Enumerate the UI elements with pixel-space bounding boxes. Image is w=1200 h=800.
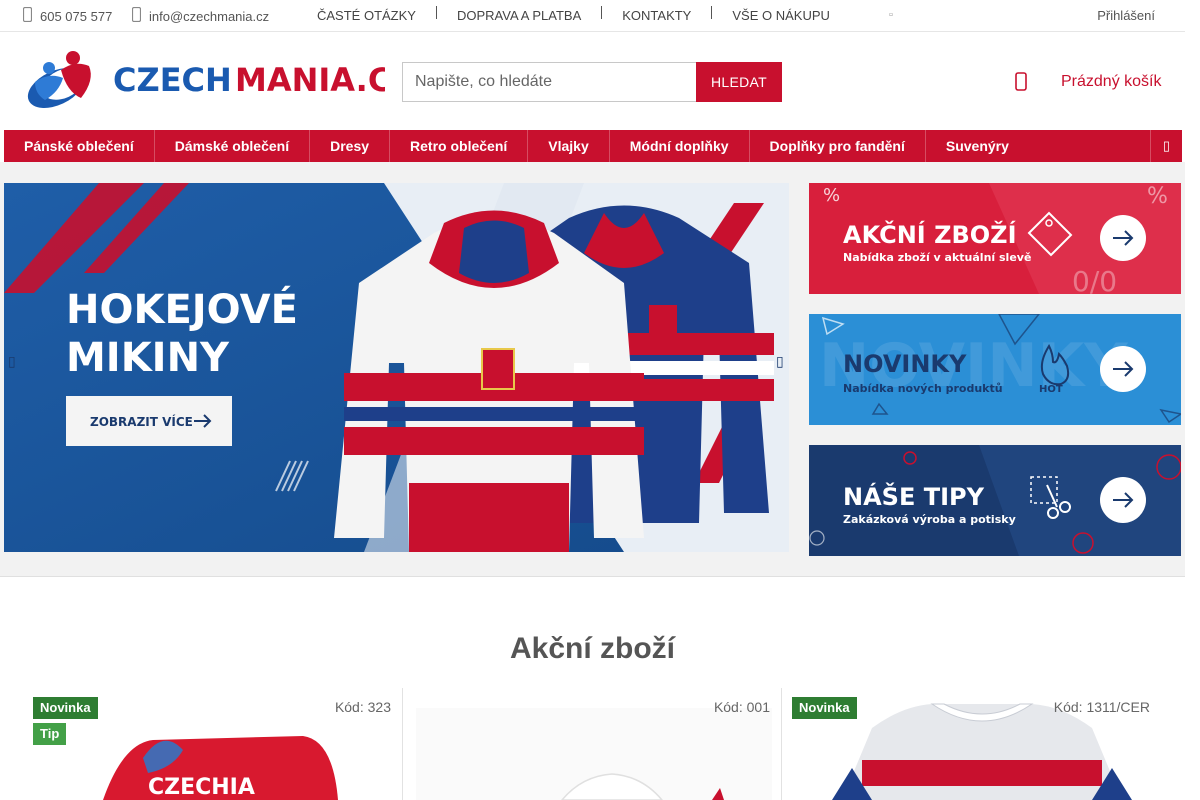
nav-item-mens[interactable]: Pánské oblečení [4,130,155,162]
nav-item-accessories[interactable]: Módní doplňky [610,130,750,162]
separator [711,6,713,19]
slider-title-line1: HOKEJOVÉ [66,285,298,333]
slider-prev-icon[interactable]: ▯ [8,353,48,393]
product-card[interactable]: CZECHIA Novinka Tip Kód: 323 [33,688,403,800]
cart-icon[interactable] [1013,70,1029,94]
envelope-icon [131,6,142,25]
main-nav: Pánské oblečení Dámské oblečení Dresy Re… [4,130,1182,162]
phone-icon [22,6,33,25]
top-links: ČASTÉ OTÁZKY DOPRAVA A PLATBA KONTAKTY V… [317,6,830,23]
product-print-text: CZECHIA [148,775,255,800]
card-divider [781,688,782,800]
svg-text:0/0: 0/0 [1072,265,1117,294]
promo-tips[interactable]: NÁŠE TIPY Zakázková výroba a potisky [809,445,1181,556]
slider-title-line2: MIKINY [66,335,230,381]
promo-sale-title: AKČNÍ ZBOŽÍ [843,219,1017,249]
link-shipping-payment[interactable]: DOPRAVA A PLATBA [457,8,581,23]
logo-text-mania: MANIA.CZ [235,61,385,99]
cart-link[interactable]: Prázdný košík [1061,73,1161,91]
slider-next-icon[interactable]: ▯ [776,353,789,393]
svg-text:%: % [823,185,840,206]
badge-new: Novinka [792,697,857,719]
nav-item-retro[interactable]: Retro oblečení [390,130,529,162]
promo-new[interactable]: NOVINKY NOVINKY Nabídka nových produktů … [809,314,1181,425]
section-title: Akční zboží [509,632,675,665]
search-button[interactable]: HLEDAT [696,62,782,102]
promo-sale-subtitle: Nabídka zboží v aktuální slevě [843,251,1031,264]
user-icon[interactable]: ▫ [889,9,893,21]
badge-tip: Tip [33,723,67,745]
email-contact[interactable]: info@czechmania.cz [131,6,270,25]
product-code: Kód: 1311/CER [1053,699,1150,715]
product-code: Kód: 001 [713,699,770,715]
promo-tips-subtitle: Zakázková výroba a potisky [843,513,1016,526]
nav-more-icon[interactable]: ▯ [1150,130,1182,162]
site-logo[interactable]: CZECH MANIA.CZ [23,48,415,110]
separator [435,6,437,19]
search-form: HLEDAT [402,62,782,102]
logo-text-czech: CZECH [113,61,232,99]
link-faq[interactable]: ČASTÉ OTÁZKY [317,8,416,23]
nav-item-jerseys[interactable]: Dresy [310,130,391,162]
product-card[interactable]: Novinka Kód: 1311/CER [792,688,1162,800]
link-about-shopping[interactable]: VŠE O NÁKUPU [732,8,830,23]
product-code: Kód: 323 [334,699,391,715]
nav-item-womens[interactable]: Dámské oblečení [155,130,311,162]
nav-item-fan-gear[interactable]: Doplňky pro fandění [750,130,926,162]
promo-new-title: NOVINKY [843,350,967,378]
promo-tips-title: NÁŠE TIPY [843,481,985,511]
nav-item-flags[interactable]: Vlajky [528,130,610,162]
link-contacts[interactable]: KONTAKTY [622,8,691,23]
product-card[interactable]: Kód: 001 [412,688,782,800]
badge-new: Novinka [33,697,98,719]
svg-text:%: % [1147,184,1168,209]
login-link[interactable]: Přihlášení [1097,8,1155,23]
phone-contact[interactable]: 605 075 577 [22,6,113,25]
phone-number: 605 075 577 [40,8,113,24]
slider-cta[interactable]: ZOBRAZIT VÍCE [90,414,193,429]
hero-slider[interactable]: HOKEJOVÉ MIKINY ZOBRAZIT VÍCE ▯ ▯ [4,183,789,552]
hot-label: HOT [1039,384,1063,395]
email-address: info@czechmania.cz [149,8,270,24]
nav-item-souvenirs[interactable]: Suvenýry [926,130,1029,162]
card-divider [402,688,403,800]
top-bar: 605 075 577 info@czechmania.cz ČASTÉ OTÁ… [0,0,1185,32]
promo-sale[interactable]: % % 0/0 AKČNÍ ZBOŽÍ Nabídka zboží v aktu… [809,183,1181,294]
promo-new-subtitle: Nabídka nových produktů [843,382,1003,395]
separator [601,6,603,19]
search-input[interactable] [402,62,696,102]
